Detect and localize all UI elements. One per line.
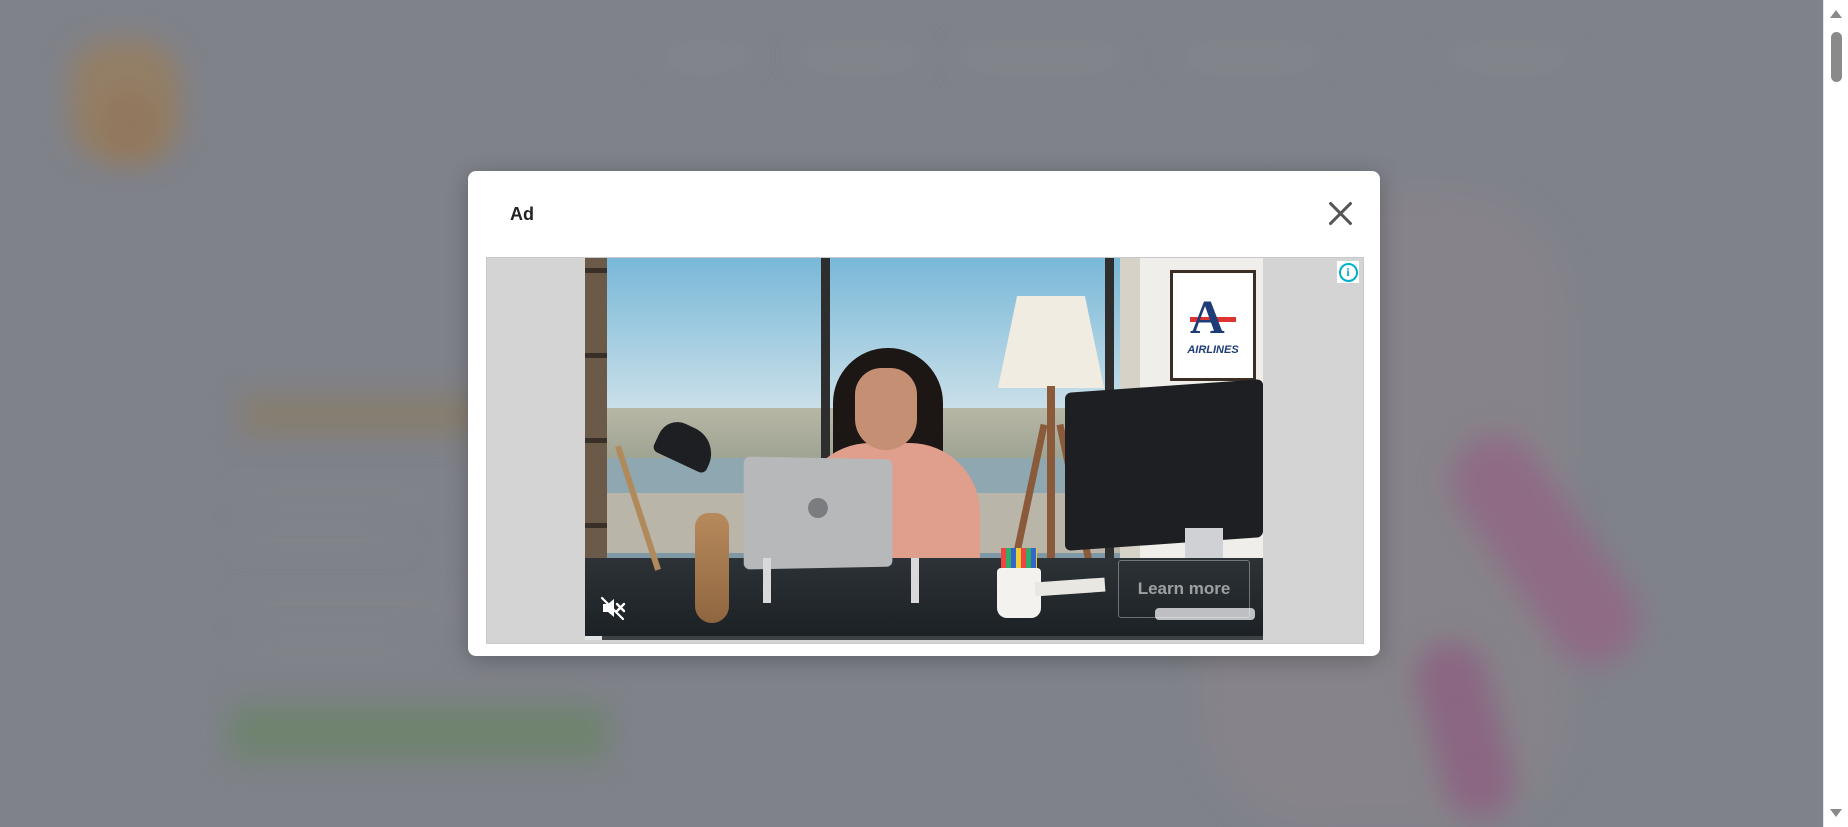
person-face: [855, 368, 917, 450]
floor-lamp-pole: [1047, 386, 1055, 566]
video-shelf: [585, 258, 607, 578]
airlines-poster: A AIRLINES: [1170, 270, 1256, 381]
learn-more-button[interactable]: Learn more: [1118, 560, 1250, 618]
shelf-board: [585, 438, 607, 443]
pencil-cup-contents: [1001, 548, 1037, 570]
shelf-board: [585, 523, 607, 528]
ad-frame: i A AIRLINES: [486, 257, 1364, 644]
speaker-muted-icon[interactable]: [599, 594, 627, 622]
laptop-stand: [763, 558, 919, 603]
ad-info-button[interactable]: i: [1337, 261, 1359, 283]
poster-text: AIRLINES: [1187, 344, 1239, 356]
desk-monitor: [1065, 379, 1263, 551]
shelf-board: [585, 353, 607, 358]
cat-figurine: [695, 513, 729, 623]
ad-video[interactable]: A AIRLINES Learn more: [585, 258, 1263, 640]
ad-modal: Ad i A AIRLINES: [468, 171, 1380, 656]
airlines-logo-icon: A: [1190, 294, 1236, 342]
scroll-down-arrow-icon[interactable]: [1830, 809, 1842, 817]
laptop-logo: [808, 497, 828, 519]
shelf-board: [585, 268, 607, 273]
laptop: [743, 456, 893, 570]
modal-title: Ad: [510, 204, 534, 224]
video-progress-bar[interactable]: [585, 636, 1263, 640]
close-icon[interactable]: [1324, 197, 1356, 229]
video-progress-fill: [585, 636, 602, 640]
scrollbar-thumb[interactable]: [1831, 32, 1842, 82]
info-icon: i: [1338, 262, 1358, 282]
scroll-up-arrow-icon[interactable]: [1830, 10, 1842, 18]
page-scrollbar[interactable]: [1823, 0, 1848, 827]
